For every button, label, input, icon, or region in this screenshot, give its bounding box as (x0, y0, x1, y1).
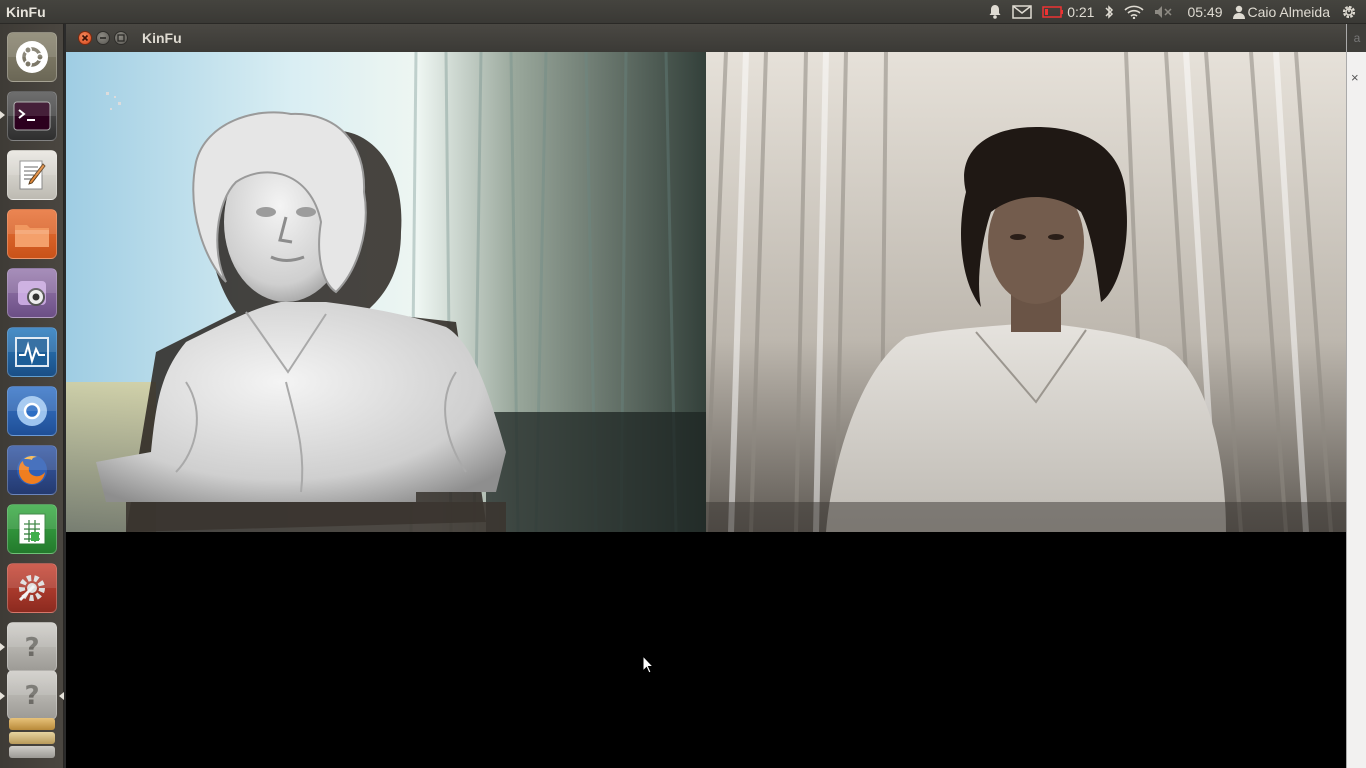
launcher-dash-button[interactable] (7, 32, 57, 82)
clock[interactable]: 05:49 (1184, 0, 1222, 24)
ubuntu-logo-icon (16, 41, 48, 73)
volume-muted-icon[interactable] (1154, 0, 1174, 24)
active-app-name: KinFu (6, 4, 46, 20)
top-panel: KinFu 0:21 05:49 Caio Almeida (0, 0, 1366, 24)
launcher-files-button[interactable] (7, 209, 57, 259)
background-window-edge[interactable]: a × (1346, 24, 1366, 768)
camera-feed-view[interactable] (706, 52, 1346, 532)
webcam-icon (18, 281, 46, 306)
mail-icon[interactable] (1012, 0, 1032, 24)
launcher-firefox-button[interactable] (7, 445, 57, 495)
launcher-settings-button[interactable] (7, 563, 57, 613)
chromium-icon (17, 396, 47, 426)
folder-icon (15, 225, 49, 247)
launcher-spreadsheet-button[interactable] (7, 504, 57, 554)
mouse-pointer-icon (642, 655, 654, 674)
launcher-text-editor-button[interactable] (7, 150, 57, 200)
minimize-icon (100, 37, 106, 39)
question-icon: ? (24, 681, 39, 710)
kinfu-window: KinFu (66, 24, 1346, 768)
reconstruction-image (66, 52, 706, 532)
bell-icon[interactable] (988, 0, 1002, 24)
launcher-unknown-app-button-2[interactable]: ? (7, 670, 57, 720)
text-editor-icon (19, 160, 46, 190)
battery-icon (1042, 6, 1064, 18)
wifi-icon[interactable] (1124, 0, 1145, 24)
launcher-overflow-stack[interactable] (7, 718, 57, 764)
indicator-area: 0:21 05:49 Caio Almeida (978, 0, 1358, 24)
launcher-system-monitor-button[interactable] (7, 327, 57, 377)
launcher-terminal-button[interactable] (7, 91, 57, 141)
spreadsheet-icon (18, 513, 46, 545)
window-maximize-button[interactable] (114, 31, 128, 45)
svg-text:?: ? (24, 681, 39, 710)
launcher-webcam-button[interactable] (7, 268, 57, 318)
battery-indicator[interactable]: 0:21 (1042, 0, 1094, 24)
window-titlebar[interactable]: KinFu (66, 24, 1346, 52)
terminal-icon (13, 101, 51, 131)
firefox-icon (17, 455, 47, 485)
launcher-chromium-button[interactable] (7, 386, 57, 436)
user-icon (1232, 5, 1245, 19)
reconstruction-view[interactable] (66, 52, 706, 532)
bluetooth-icon[interactable] (1104, 0, 1114, 24)
camera-image (706, 52, 1346, 532)
close-icon (81, 34, 89, 42)
question-icon: ? (24, 633, 39, 662)
close-icon[interactable]: × (1351, 70, 1359, 85)
empty-render-area (66, 532, 1346, 768)
session-gear-icon[interactable] (1340, 0, 1358, 24)
window-title: KinFu (142, 30, 182, 46)
settings-icon (18, 575, 45, 602)
maximize-icon (117, 34, 125, 42)
system-monitor-icon (15, 337, 49, 367)
launcher-unknown-app-button-1[interactable]: ? (7, 622, 57, 672)
user-name: Caio Almeida (1247, 4, 1331, 20)
battery-time: 0:21 (1067, 4, 1095, 20)
window-minimize-button[interactable] (96, 31, 110, 45)
window-close-button[interactable] (78, 31, 92, 45)
launcher: ? ? (0, 24, 64, 768)
background-window-title-fragment: a (1347, 24, 1366, 52)
svg-text:?: ? (24, 633, 39, 662)
user-menu[interactable]: Caio Almeida (1232, 0, 1331, 24)
